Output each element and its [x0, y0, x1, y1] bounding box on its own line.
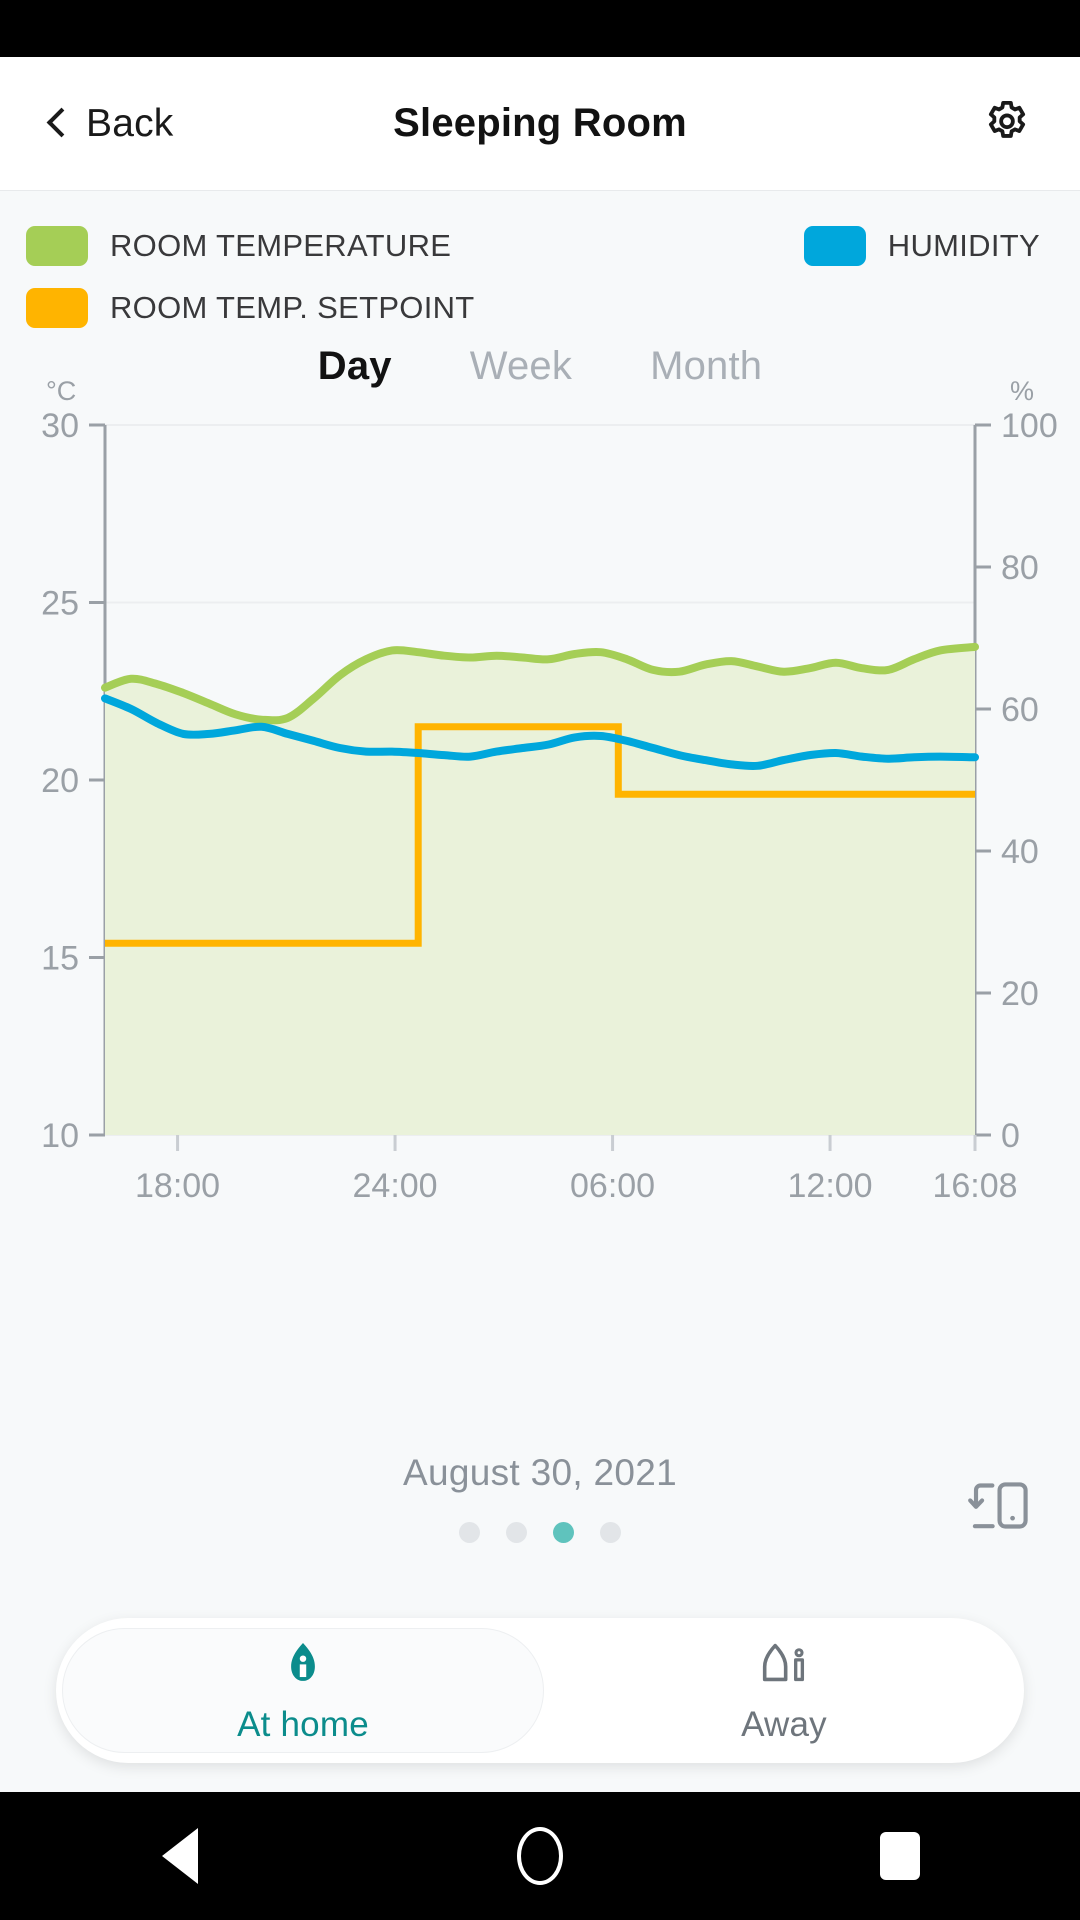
x-axis-tick-label: 12:00 [788, 1167, 873, 1205]
back-button[interactable]: Back [46, 102, 174, 146]
gear-icon [988, 100, 1026, 138]
chart-area-room-temperature [105, 646, 975, 1135]
left-axis-tick-label: 15 [41, 940, 79, 978]
x-axis-tick-label: 06:00 [570, 1167, 655, 1205]
legend-item-room-temperature: ROOM TEMPERATURE [26, 226, 451, 266]
android-home-button[interactable] [480, 1792, 600, 1920]
legend-label-room-temperature: ROOM TEMPERATURE [110, 228, 452, 263]
right-axis-tick-label: 20 [1001, 975, 1039, 1013]
left-axis-tick-label: 25 [41, 585, 79, 623]
left-axis-tick-label: 30 [41, 407, 79, 445]
x-axis-tick-label: 16:08 [932, 1167, 1017, 1205]
presence-mode-bar: At home Away [56, 1618, 1024, 1763]
left-axis-tick-label: 10 [41, 1117, 79, 1155]
legend-label-humidity: HUMIDITY [887, 228, 1040, 263]
page-dot[interactable] [506, 1522, 527, 1543]
page-indicator [0, 1522, 1080, 1543]
chart-plot: 30 25 20 15 10 100 80 60 40 20 0 18:00 24:00 06:00 12:… [41, 407, 1058, 1205]
mode-at-home[interactable]: At home [62, 1628, 544, 1753]
chevron-left-icon [46, 105, 68, 143]
android-nav-bar [0, 1792, 1080, 1920]
x-axis-tick-label: 18:00 [135, 1167, 220, 1205]
chart[interactable]: °C % 30 25 20 15 10 100 80 60 40 20 0 18:00 24:00 06:… [0, 376, 1080, 1386]
phone-screen: Back Sleeping Room ROOM TEMPERATURE ROOM… [0, 0, 1080, 1920]
right-axis-tick-label: 80 [1001, 549, 1039, 587]
legend-label-room-temp-setpoint: ROOM TEMP. SETPOINT [110, 290, 475, 325]
android-recents-button[interactable] [840, 1792, 960, 1920]
chart-legend: ROOM TEMPERATURE ROOM TEMP. SETPOINT HUM… [0, 210, 1080, 340]
left-axis-tick-label: 20 [41, 762, 79, 800]
home-person-inside-icon [291, 1642, 315, 1681]
right-axis-tick-label: 0 [1001, 1117, 1020, 1155]
legend-item-room-temp-setpoint: ROOM TEMP. SETPOINT [26, 288, 475, 328]
page-dot[interactable] [459, 1522, 480, 1543]
chart-date-label: August 30, 2021 [403, 1452, 677, 1493]
status-bar [0, 0, 1080, 57]
legend-swatch-room-temp-setpoint [26, 288, 88, 328]
mode-away-label: Away [741, 1704, 827, 1744]
page-dot[interactable] [553, 1522, 574, 1543]
rotate-device-button[interactable] [963, 1470, 1035, 1547]
android-home-icon [517, 1827, 563, 1885]
home-person-outside-icon [762, 1643, 805, 1681]
mode-at-home-label: At home [237, 1704, 369, 1744]
back-button-label: Back [86, 101, 174, 145]
app-bar: Back Sleeping Room [0, 57, 1080, 191]
rotate-device-icon [968, 1482, 1028, 1529]
right-axis-tick-label: 60 [1001, 691, 1039, 729]
legend-swatch-room-temperature [26, 226, 88, 266]
right-axis-tick-label: 100 [1001, 407, 1058, 445]
x-axis-tick-label: 24:00 [353, 1167, 438, 1205]
android-back-button[interactable] [120, 1792, 240, 1920]
page-dot[interactable] [600, 1522, 621, 1543]
mode-away[interactable]: Away [544, 1618, 1024, 1763]
legend-swatch-humidity [803, 226, 866, 266]
settings-button[interactable] [976, 93, 1038, 155]
android-recents-icon [880, 1832, 920, 1880]
android-back-icon [162, 1828, 198, 1884]
legend-item-humidity: HUMIDITY [803, 226, 1040, 266]
right-axis-tick-label: 40 [1001, 833, 1039, 871]
